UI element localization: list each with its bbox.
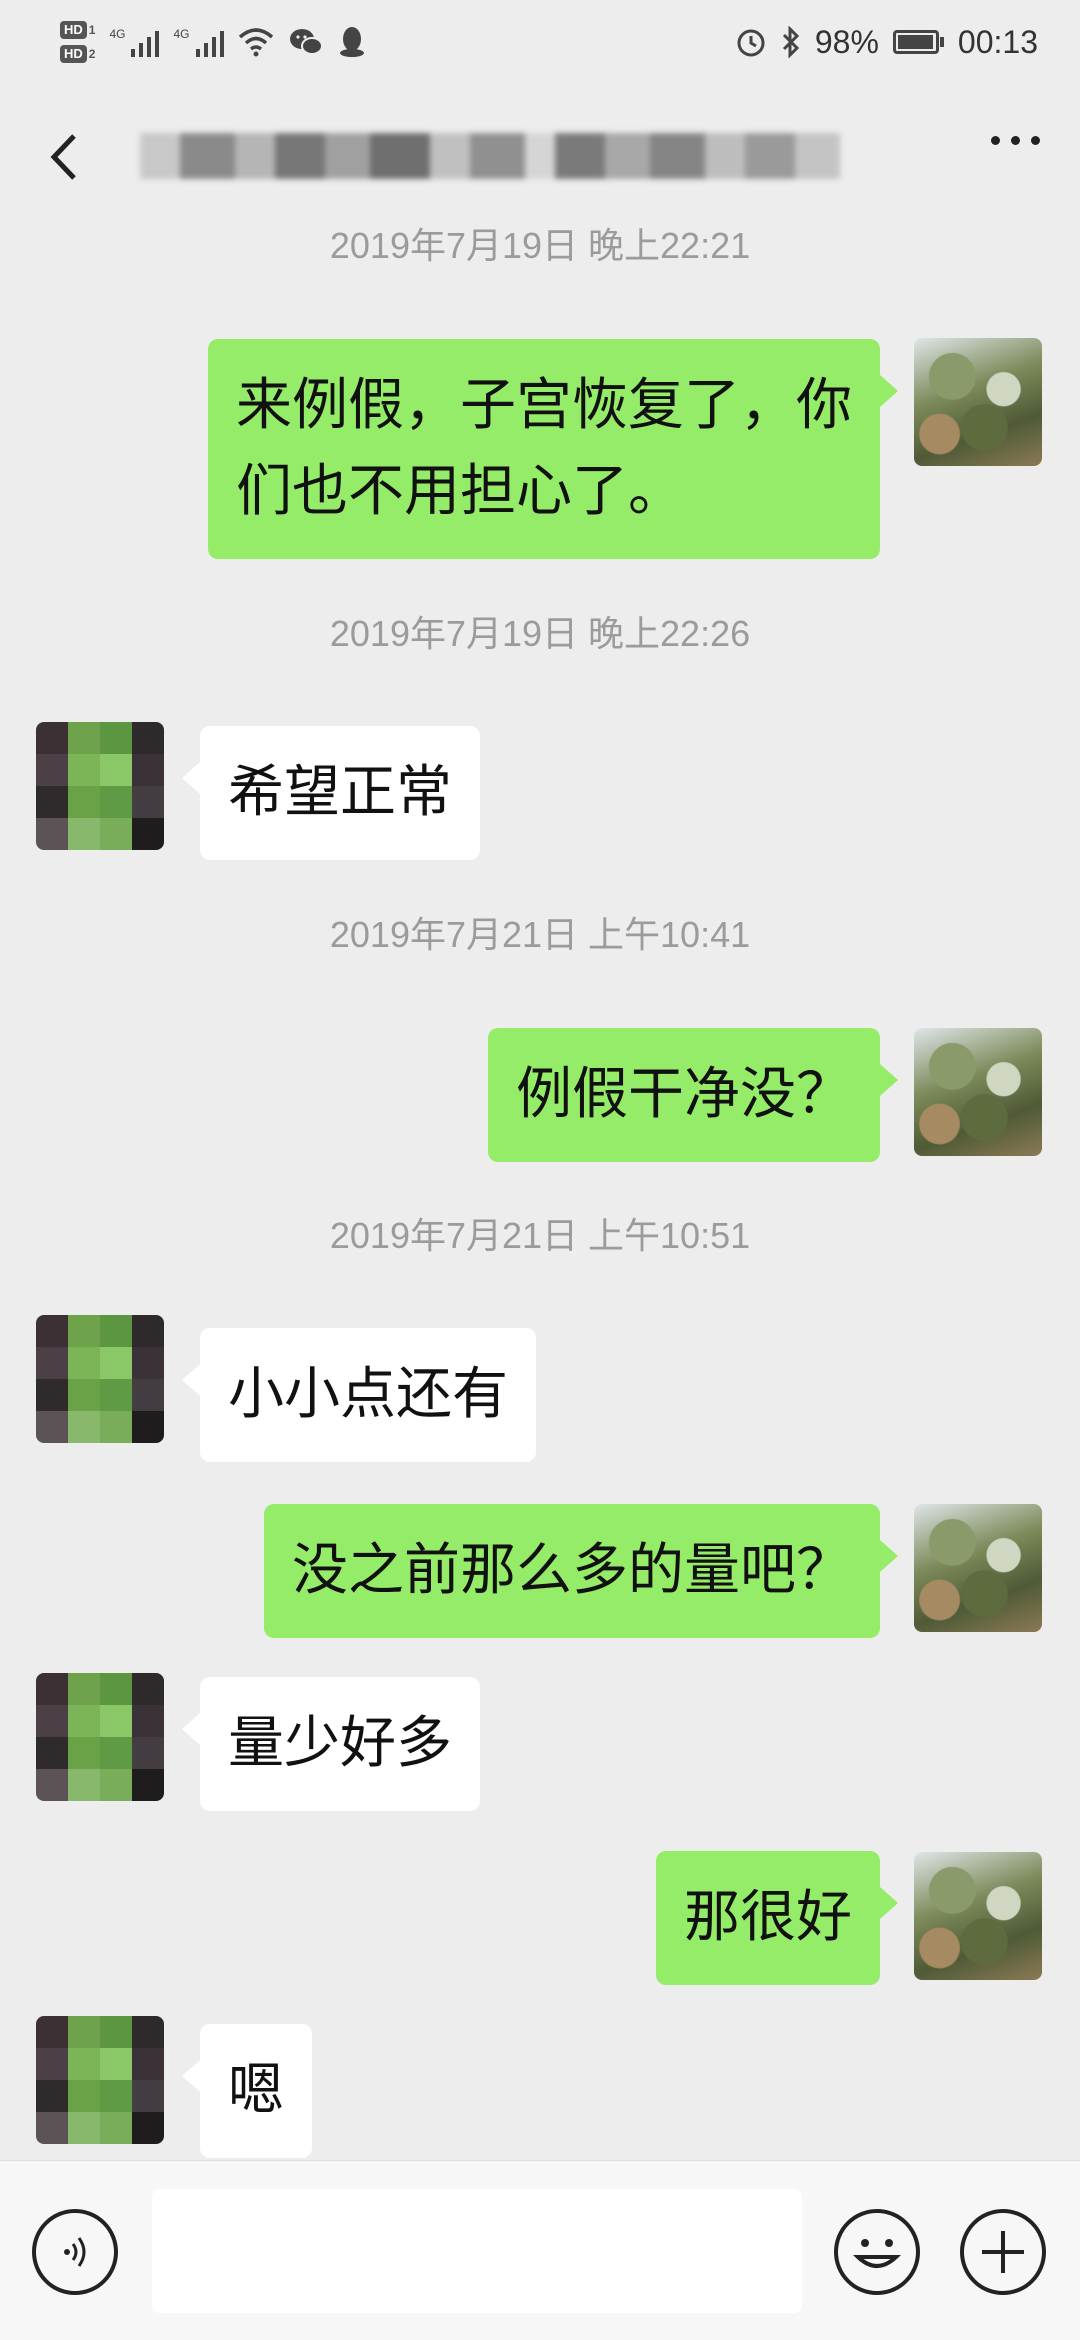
input-bar xyxy=(0,2160,1080,2340)
my-avatar[interactable] xyxy=(914,1851,1042,1980)
status-bar: HD 1 HD 2 4G 4G 98% 00:13 xyxy=(0,0,1080,84)
signal-icon: 4G xyxy=(173,27,224,57)
chat-title xyxy=(140,124,840,188)
battery-fill xyxy=(897,35,934,49)
qq-icon xyxy=(338,26,366,58)
emoji-button[interactable] xyxy=(834,2209,920,2295)
emoji-icon xyxy=(852,2239,902,2268)
bluetooth-icon xyxy=(781,26,801,58)
hd-icon: HD 1 xyxy=(60,21,95,39)
status-bar-left: HD 1 HD 2 4G 4G xyxy=(60,21,366,63)
outgoing-message-bubble[interactable]: 那很好 xyxy=(656,1851,898,1986)
contact-avatar[interactable] xyxy=(36,2015,164,2144)
signal-icon: 4G xyxy=(109,27,160,57)
hd-icon: HD 2 xyxy=(60,45,95,63)
incoming-message-bubble[interactable]: 量少好多 xyxy=(182,1676,480,1811)
message-timestamp: 2019年7月21日 上午10:51 xyxy=(329,1215,751,1257)
message-input[interactable] xyxy=(152,2189,802,2313)
message-text-line: 们也不用担心了。 xyxy=(236,458,684,524)
message-text-line: 没之前那么多的量吧？ xyxy=(292,1537,852,1603)
message-text-line: 量少好多 xyxy=(228,1710,452,1776)
contact-avatar[interactable] xyxy=(36,1672,164,1801)
chat-screen: HD 1 HD 2 4G 4G 98% 00:13 2019年7月19日 晚上2… xyxy=(0,0,1080,2340)
my-avatar[interactable] xyxy=(914,1504,1042,1633)
message-timestamp: 2019年7月21日 上午10:41 xyxy=(329,913,751,955)
clock: 00:13 xyxy=(957,23,1038,60)
incoming-message-bubble[interactable]: 嗯 xyxy=(182,2024,312,2159)
voice-icon xyxy=(64,2237,86,2267)
contact-avatar[interactable] xyxy=(36,1314,164,1443)
message-text-line: 例假干净没？ xyxy=(516,1061,852,1127)
hd-indicators: HD 1 HD 2 xyxy=(60,21,95,63)
status-bar-right: 98% 00:13 xyxy=(735,24,1038,61)
my-avatar[interactable] xyxy=(914,337,1042,466)
voice-button[interactable] xyxy=(32,2209,118,2295)
battery-percent: 98% xyxy=(814,23,879,60)
alarm-icon xyxy=(735,26,767,58)
back-button[interactable] xyxy=(38,122,88,192)
message-list[interactable]: 2019年7月19日 晚上22:21 来例假，子宫恢复了，你 们也不用担心了。 201… xyxy=(0,224,1080,2160)
message-text-line: 小小点还有 xyxy=(228,1361,508,1427)
wifi-icon xyxy=(238,27,274,57)
incoming-message-bubble[interactable]: 小小点还有 xyxy=(182,1327,536,1462)
message-text-line: 希望正常 xyxy=(228,760,452,826)
my-avatar[interactable] xyxy=(914,1028,1042,1157)
outgoing-message-bubble[interactable]: 来例假，子宫恢复了，你 们也不用担心了。 xyxy=(208,338,898,559)
outgoing-message-bubble[interactable]: 没之前那么多的量吧？ xyxy=(264,1503,898,1638)
outgoing-message-bubble[interactable]: 例假干净没？ xyxy=(488,1027,898,1162)
chevron-left-icon xyxy=(50,134,76,180)
contact-avatar[interactable] xyxy=(36,722,164,851)
plus-icon xyxy=(982,2231,1024,2273)
battery-icon xyxy=(892,30,944,54)
incoming-message-bubble[interactable]: 希望正常 xyxy=(182,726,480,861)
plus-button[interactable] xyxy=(960,2209,1046,2295)
message-timestamp: 2019年7月19日 晚上22:26 xyxy=(329,612,751,654)
message-timestamp: 2019年7月19日 晚上22:21 xyxy=(329,224,751,266)
more-button[interactable] xyxy=(991,136,1040,145)
message-text-line: 那很好 xyxy=(684,1885,852,1951)
wechat-icon xyxy=(288,27,324,57)
message-text-line: 来例假，子宫恢复了，你 xyxy=(236,372,852,438)
message-text-line: 嗯 xyxy=(228,2058,284,2124)
more-icon xyxy=(991,136,1000,145)
chat-header xyxy=(0,84,1080,224)
